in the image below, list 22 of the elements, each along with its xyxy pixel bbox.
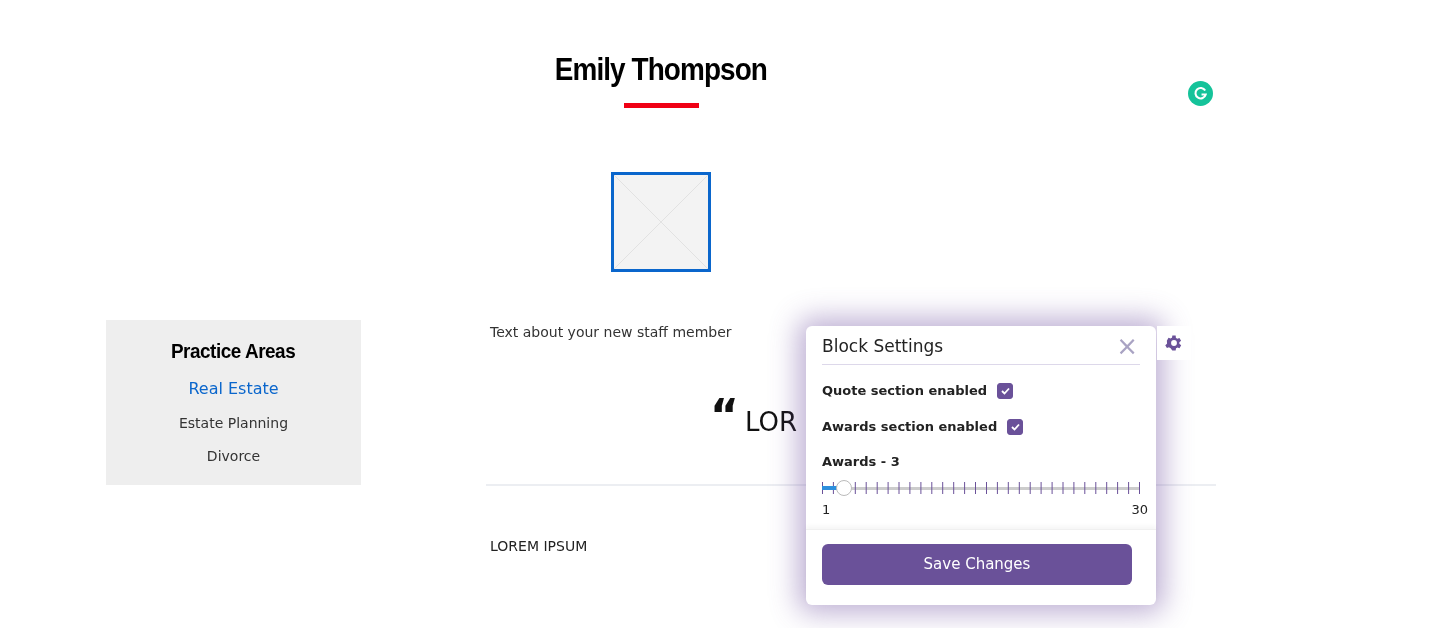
section-heading: LOREM IPSUM — [490, 537, 589, 556]
sidebar-link[interactable]: Estate Planning — [178, 407, 289, 441]
intro-text: Text about your new staff member — [490, 323, 733, 342]
awards-slider[interactable] — [822, 479, 1140, 496]
sidebar-link[interactable]: Divorce — [206, 440, 261, 474]
profile-name: Emily Thompson — [554, 51, 768, 89]
slider-bound-label: 1 — [822, 500, 831, 519]
save-button[interactable]: Save Changes — [822, 544, 1132, 585]
option-label: Quote section enabled — [822, 382, 988, 401]
checkbox[interactable] — [1007, 418, 1024, 435]
settings-icon — [1164, 333, 1184, 353]
sidebar-link[interactable]: Real Estate — [188, 371, 279, 408]
quote-text: LOR — [744, 406, 797, 439]
sidebar-title: Practice Areas — [171, 338, 296, 364]
checkbox[interactable] — [997, 383, 1014, 400]
check-icon — [1010, 422, 1020, 431]
slider-thumb[interactable] — [835, 479, 852, 496]
option-label: Awards section enabled — [822, 417, 998, 436]
check-icon — [1000, 387, 1010, 396]
slider-label: Awards - 3 — [822, 453, 901, 472]
slider-bound-label: 30 — [1131, 500, 1148, 519]
popup-title: Block Settings — [822, 336, 944, 357]
